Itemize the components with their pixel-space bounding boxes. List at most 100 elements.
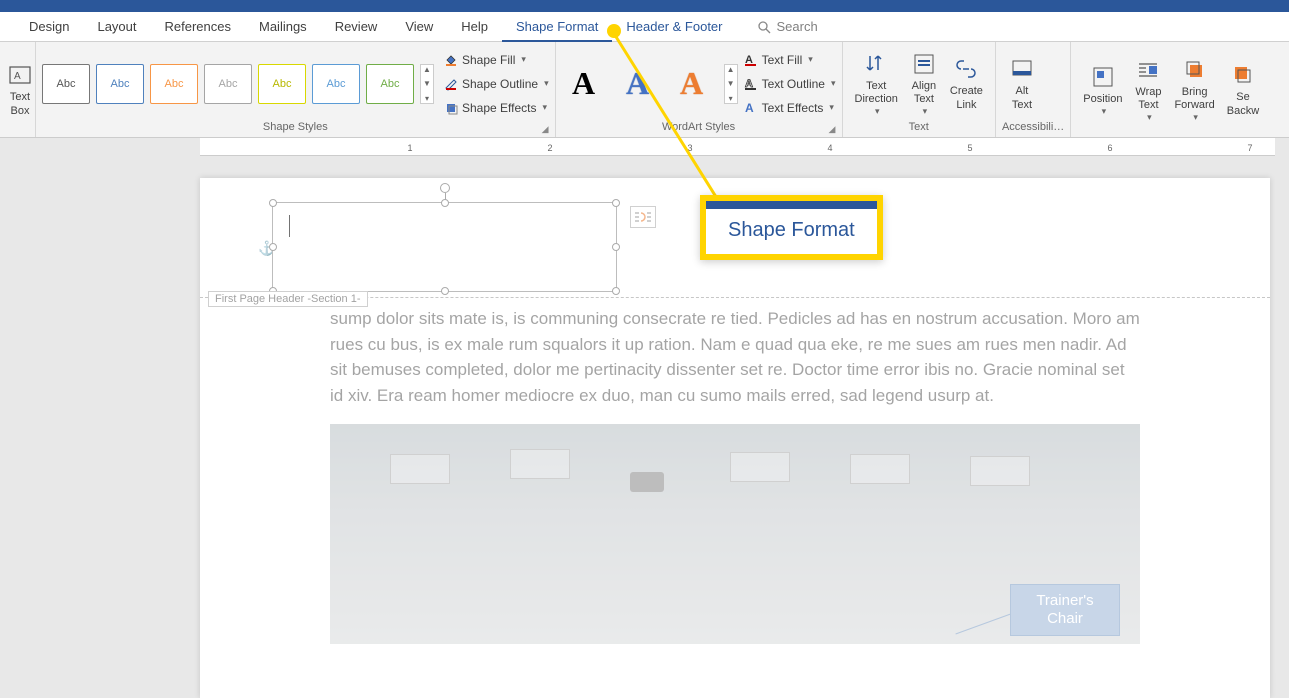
wordart-style-1[interactable]: A [562,65,606,102]
title-bar [0,0,1289,12]
ruler-num: 4 [827,143,832,153]
resize-handle[interactable] [441,199,449,207]
text-outline-button[interactable]: A Text Outline▾ [744,73,836,95]
text-outline-label: Text Outline [762,77,825,91]
shape-style-4[interactable]: Abc [204,64,252,104]
text-fill-button[interactable]: A Text Fill ▾ [744,49,836,71]
text-fill-icon: A [744,53,758,67]
accessibility-label: Accessibili… [1002,121,1064,135]
ruler-num: 2 [547,143,552,153]
dialog-launcher-icon[interactable]: ◢ [829,124,839,134]
text-fill-label: Text Fill [762,53,803,67]
projector-icon [630,472,664,492]
shape-style-6[interactable]: Abc [312,64,360,104]
chevron-down-icon: ▾ [923,106,928,117]
text-direction-label: Text Direction [855,80,898,106]
text-effects-button[interactable]: A Text Effects▾ [744,97,836,119]
arrange-label [1077,133,1265,135]
tab-mailings[interactable]: Mailings [245,12,321,42]
bring-forward-label: Bring Forward [1174,86,1214,112]
group-shape-styles: Abc Abc Abc Abc Abc Abc Abc ▲▼▾ Shape Fi… [36,42,556,137]
document-body-text[interactable]: sump dolor sits mate is, is communing co… [200,298,1270,424]
wordart-style-3[interactable]: A [670,65,714,102]
align-text-icon [910,50,938,78]
text-box-label: Text Box [10,91,30,117]
group-accessibility: Alt Text Accessibili… [996,42,1071,137]
send-backward-icon [1229,61,1257,89]
chevron-down-icon: ▾ [1193,112,1198,123]
dialog-launcher-icon[interactable]: ◢ [542,124,552,134]
gallery-scroll[interactable]: ▲▼▾ [724,64,738,104]
shape-style-5[interactable]: Abc [258,64,306,104]
shape-effects-label: Shape Effects [462,101,537,115]
image-callout: Trainer's Chair [1010,584,1120,636]
shape-outline-button[interactable]: Shape Outline▾ [444,73,549,95]
resize-handle[interactable] [612,243,620,251]
shape-effects-button[interactable]: Shape Effects▾ [444,97,549,119]
gallery-scroll[interactable]: ▲▼▾ [420,64,434,104]
layout-options-button[interactable] [630,206,656,228]
bucket-icon [444,53,458,67]
effects-icon [444,101,458,115]
text-direction-button[interactable]: Text Direction▾ [849,48,904,120]
wordart-styles-label: WordArt Styles [562,121,836,135]
link-icon [952,55,980,83]
tab-shape-format[interactable]: Shape Format [502,12,612,42]
chevron-down-icon: ▾ [808,54,813,65]
wrap-text-icon [1134,56,1162,84]
bring-forward-button[interactable]: Bring Forward▾ [1168,54,1220,126]
text-box-shape[interactable] [272,202,617,292]
ribbon: A Text Box Abc Abc Abc Abc Abc Abc Abc ▲… [0,42,1289,138]
ribbon-tabs: Design Layout References Mailings Review… [0,12,1289,42]
resize-handle[interactable] [612,199,620,207]
text-effects-icon: A [744,101,758,115]
tab-view[interactable]: View [391,12,447,42]
ruler-num: 5 [967,143,972,153]
ruler-num: 1 [407,143,412,153]
wordart-gallery[interactable]: A A A ▲▼▾ [562,64,738,104]
pencil-icon [444,77,458,91]
align-text-label: Align Text [912,80,936,106]
search-box[interactable]: Search [757,19,818,34]
horizontal-ruler[interactable]: 1 2 3 4 5 6 7 [200,138,1279,156]
text-group-label: Text [849,121,989,135]
chevron-down-icon: ▾ [831,78,836,89]
group-wordart-styles: A A A ▲▼▾ A Text Fill ▾ A Text Outline ▾ A… [556,42,843,137]
resize-handle[interactable] [269,243,277,251]
tab-review[interactable]: Review [321,12,392,42]
vertical-scrollbar[interactable] [1275,138,1289,673]
tab-design[interactable]: Design [15,12,83,42]
text-box-button[interactable]: A Text Box [6,54,34,126]
wrap-text-button[interactable]: Wrap Text▾ [1128,54,1168,126]
document-image[interactable]: Trainer's Chair [330,424,1140,644]
annotation-callout: Shape Format [700,195,883,260]
shape-style-7[interactable]: Abc [366,64,414,104]
tab-layout[interactable]: Layout [83,12,150,42]
ruler-num: 6 [1107,143,1112,153]
text-direction-icon [862,50,890,78]
tab-references[interactable]: References [151,12,245,42]
shape-style-2[interactable]: Abc [96,64,144,104]
chevron-down-icon: ▾ [544,78,549,89]
shape-style-3[interactable]: Abc [150,64,198,104]
resize-handle[interactable] [441,287,449,295]
send-backward-button[interactable]: Se Backw [1221,54,1265,126]
shape-style-1[interactable]: Abc [42,64,90,104]
svg-text:A: A [745,101,754,115]
tab-help[interactable]: Help [447,12,502,42]
tab-header-footer[interactable]: Header & Footer [612,12,736,42]
resize-handle[interactable] [269,199,277,207]
group-insert-shapes: A Text Box [0,42,36,137]
group-text: Text Direction▾ Align Text▾ Create Link … [843,42,996,137]
resize-handle[interactable] [612,287,620,295]
shape-fill-button[interactable]: Shape Fill▾ [444,49,549,71]
align-text-button[interactable]: Align Text▾ [904,48,944,120]
rotate-handle[interactable] [440,183,450,193]
create-link-button[interactable]: Create Link [944,48,989,120]
position-button[interactable]: Position▾ [1077,54,1128,126]
text-effects-label: Text Effects [762,101,824,115]
alt-text-button[interactable]: Alt Text [1002,48,1042,120]
shape-style-gallery[interactable]: Abc Abc Abc Abc Abc Abc Abc ▲▼▾ [42,64,434,104]
chevron-down-icon: ▾ [521,54,526,65]
text-box-icon: A [6,61,34,89]
